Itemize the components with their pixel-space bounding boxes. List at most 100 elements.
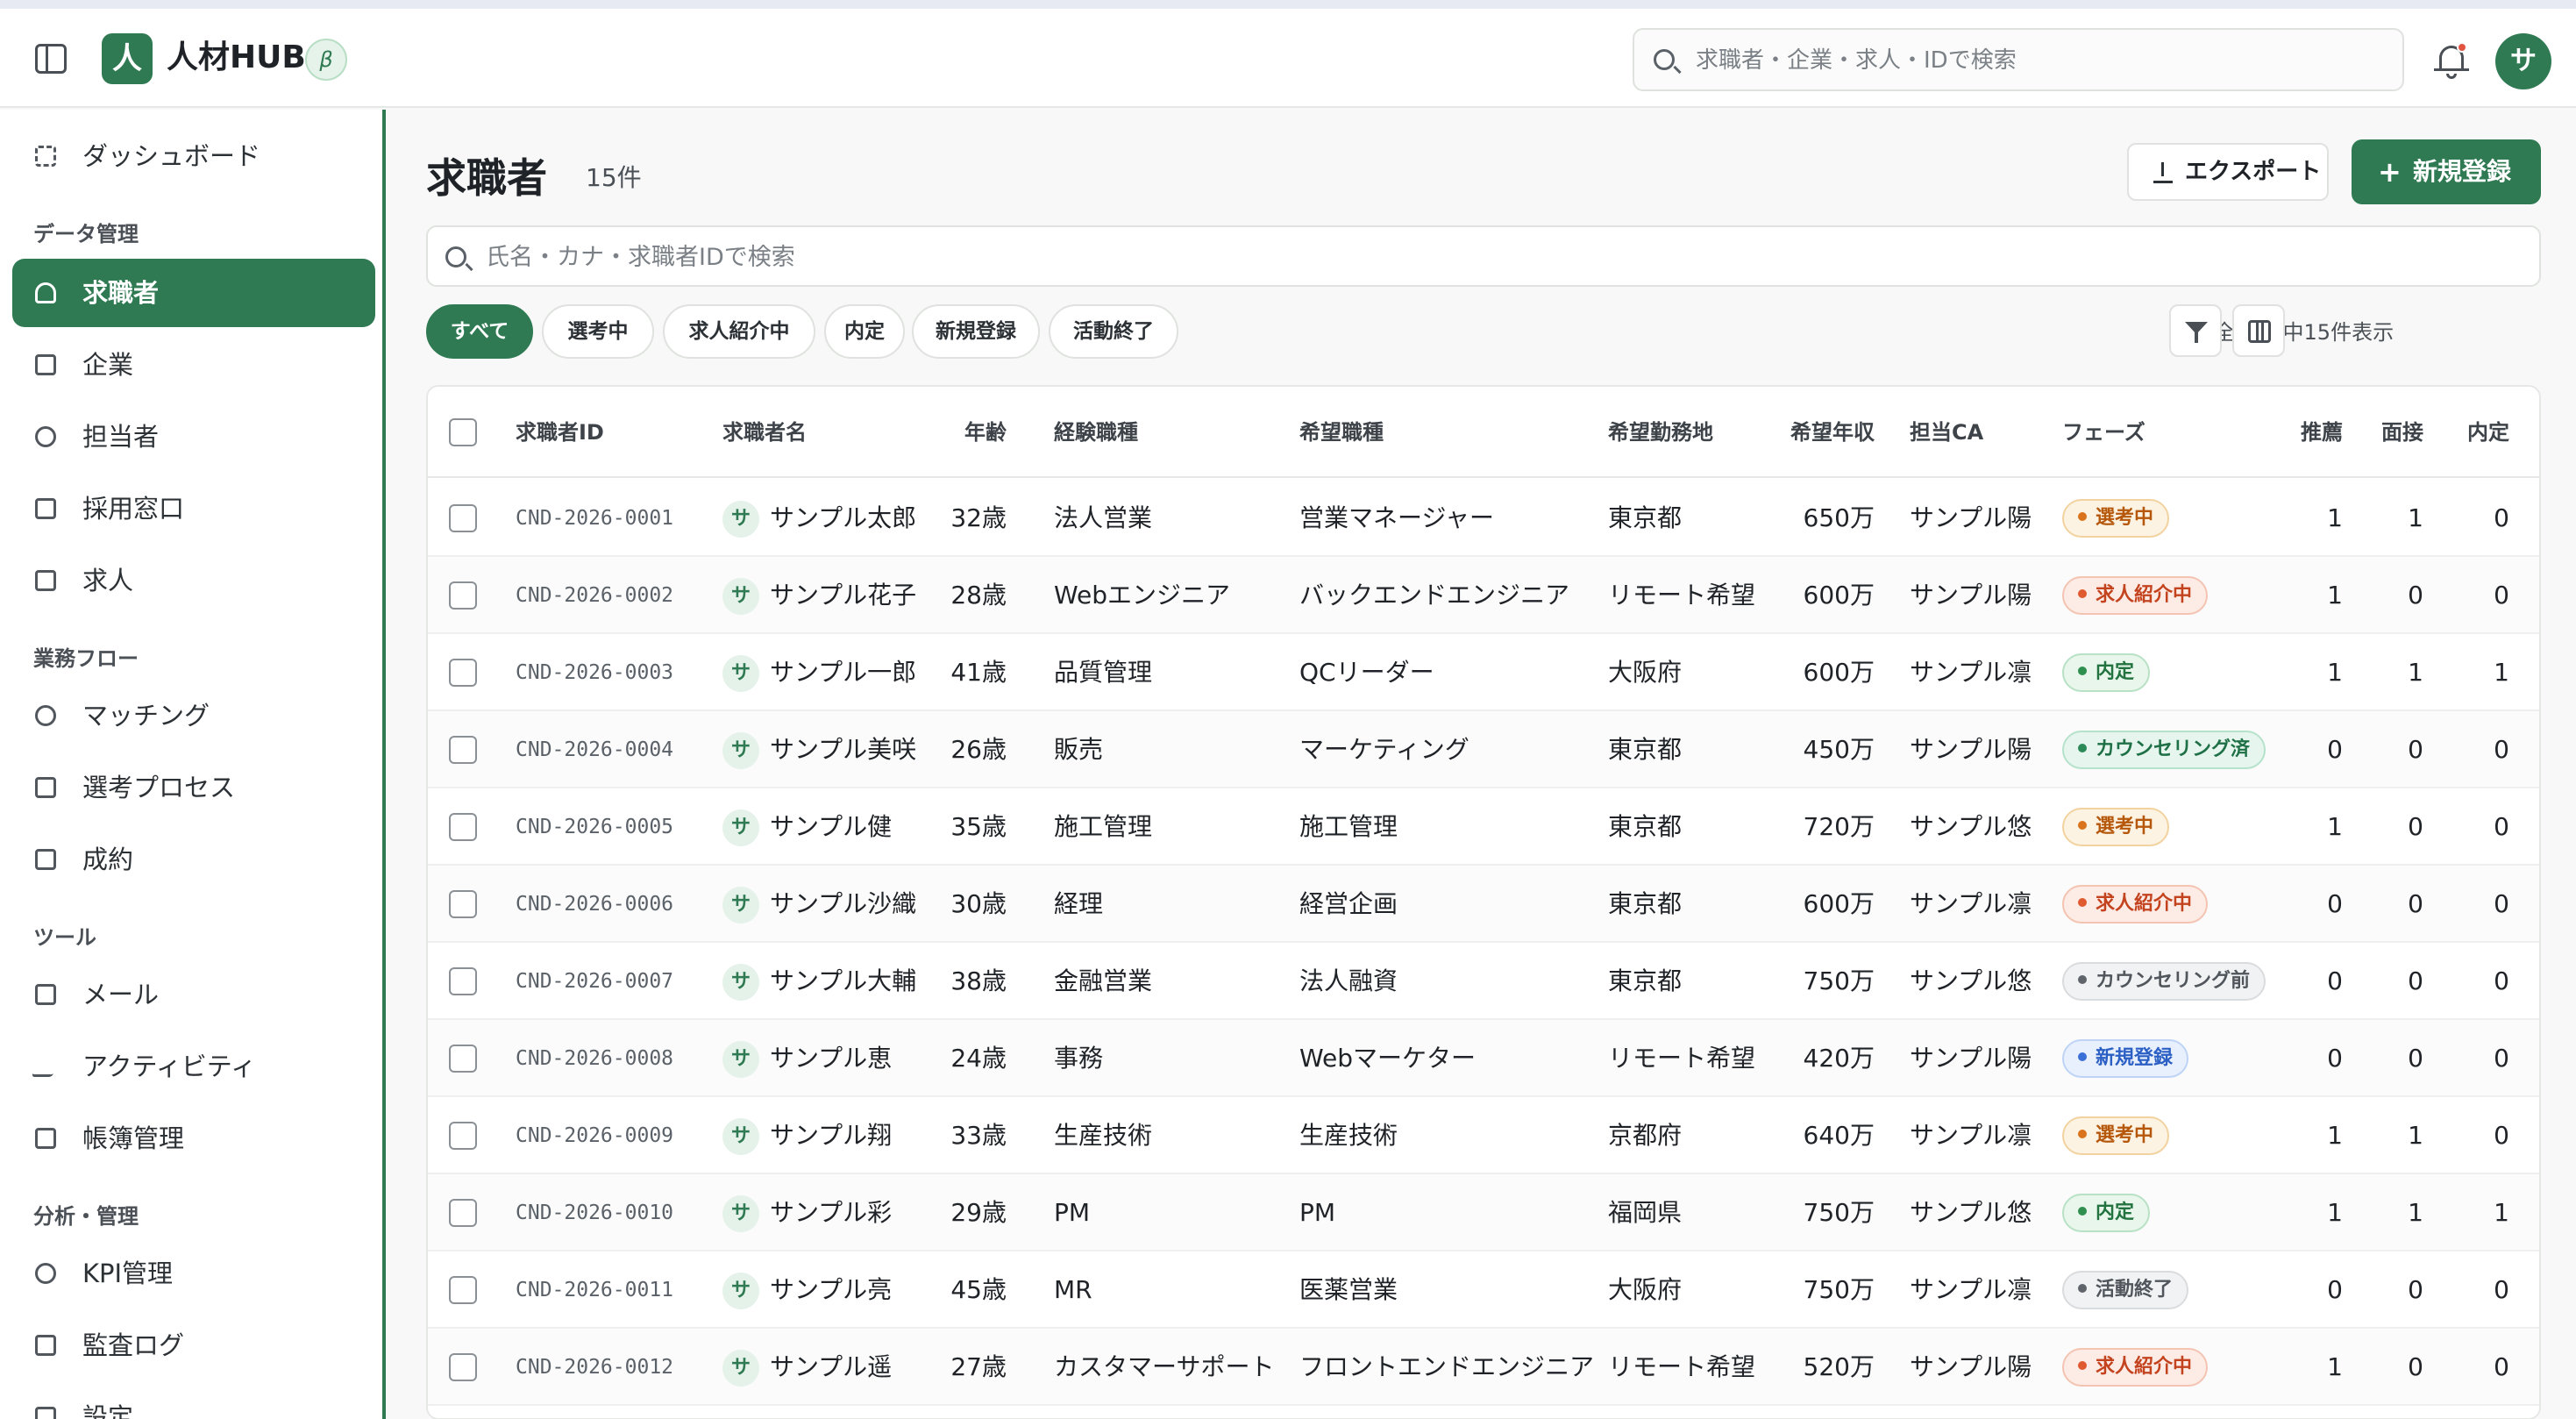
table-row[interactable]: CND-2026-0004 ササンプル美咲 26歳 販売 マーケティング 東京都 450万 サ… bbox=[428, 711, 2539, 788]
search-icon bbox=[1654, 49, 1675, 70]
filter-chip[interactable]: 新規登録 bbox=[912, 304, 1040, 359]
col-header-age[interactable]: 年齢 bbox=[919, 387, 1007, 478]
table-row[interactable]: CND-2026-0003 ササンプル一郎 41歳 品質管理 QCリーダー 大阪府 600万… bbox=[428, 634, 2539, 711]
col-header-location[interactable]: 希望勤務地 bbox=[1608, 387, 1713, 478]
phase-label: 新規登録 bbox=[2096, 1047, 2174, 1069]
recommend-count: 1 bbox=[2327, 1198, 2343, 1227]
sidebar-item-label: マッチング bbox=[82, 701, 210, 731]
filter-chip[interactable]: 活動終了 bbox=[1049, 304, 1178, 359]
table-row[interactable]: CND-2026-0006 ササンプル沙織 30歳 経理 経営企画 東京都 600万 サンプル… bbox=[428, 866, 2539, 943]
row-checkbox[interactable] bbox=[449, 1045, 477, 1073]
sidebar-item[interactable]: マッチング bbox=[12, 681, 375, 750]
table-row[interactable]: CND-2026-0007 ササンプル大輔 38歳 金融営業 法人融資 東京都 750万 サン… bbox=[428, 943, 2539, 1020]
desired-salary: 750万 bbox=[1803, 966, 1875, 995]
gear-icon bbox=[35, 1407, 56, 1419]
col-header-ca[interactable]: 担当CA bbox=[1910, 387, 1983, 478]
sidebar-item[interactable]: 選考プロセス bbox=[12, 753, 375, 822]
col-header-offer[interactable]: 内定 bbox=[2436, 387, 2509, 478]
table-row[interactable]: CND-2026-0002 ササンプル花子 28歳 Webエンジニア バックエンドエンジ… bbox=[428, 557, 2539, 634]
assigned-ca: サンプル陽 bbox=[1910, 1044, 2032, 1073]
row-checkbox[interactable] bbox=[449, 1122, 477, 1150]
table-row[interactable]: CND-2026-0009 ササンプル翔 33歳 生産技術 生産技術 京都府 640万 サンプ… bbox=[428, 1097, 2539, 1174]
candidate-search-input[interactable] bbox=[486, 238, 2502, 276]
table-row[interactable]: CND-2026-0008 ササンプル恵 24歳 事務 Webマーケター リモート希望 42… bbox=[428, 1020, 2539, 1097]
row-checkbox[interactable] bbox=[449, 813, 477, 841]
col-header-phase[interactable]: フェーズ bbox=[2062, 387, 2145, 478]
interview-count: 1 bbox=[2408, 1198, 2423, 1227]
sidebar-item[interactable]: 担当者 bbox=[12, 403, 375, 471]
bell-icon[interactable] bbox=[2434, 42, 2469, 81]
desired-location: 東京都 bbox=[1608, 735, 1683, 764]
global-search-input[interactable] bbox=[1696, 40, 2388, 81]
status-dot-icon bbox=[2078, 1361, 2087, 1370]
select-all-checkbox[interactable] bbox=[449, 418, 477, 446]
filter-chip[interactable]: すべて bbox=[426, 304, 533, 359]
row-checkbox[interactable] bbox=[449, 890, 477, 918]
phase-label: カウンセリング前 bbox=[2096, 970, 2251, 992]
status-dot-icon bbox=[2078, 1130, 2087, 1138]
row-checkbox[interactable] bbox=[449, 1276, 477, 1304]
interview-count: 0 bbox=[2408, 1352, 2423, 1381]
new-registration-button[interactable]: + 新規登録 bbox=[2352, 139, 2541, 204]
row-checkbox[interactable] bbox=[449, 1353, 477, 1381]
row-checkbox[interactable] bbox=[449, 736, 477, 764]
sidebar-item[interactable]: 設定 bbox=[12, 1383, 375, 1419]
desired-salary: 750万 bbox=[1803, 1198, 1875, 1227]
sidebar-section-title: 業務フロー bbox=[33, 646, 139, 671]
export-button[interactable]: エクスポート bbox=[2127, 143, 2329, 201]
candidate-name: サンプル健 bbox=[770, 812, 893, 841]
col-header-id[interactable]: 求職者ID bbox=[516, 387, 604, 478]
recommend-count: 0 bbox=[2327, 1275, 2343, 1304]
row-checkbox[interactable] bbox=[449, 659, 477, 687]
table-row[interactable]: CND-2026-0005 ササンプル健 35歳 施工管理 施工管理 東京都 720万 サンプ… bbox=[428, 788, 2539, 866]
desired-job: QCリーダー bbox=[1299, 658, 1434, 687]
experience-job: 施工管理 bbox=[1054, 812, 1153, 841]
phase-label: 選考中 bbox=[2096, 507, 2154, 529]
table-row[interactable]: CND-2026-0011 ササンプル亮 45歳 MR 医薬営業 大阪府 750万 サンプル凛… bbox=[428, 1251, 2539, 1329]
col-header-interview[interactable]: 面接 bbox=[2348, 387, 2423, 478]
table-row[interactable]: CND-2026-0010 ササンプル彩 29歳 PM PM 福岡県 750万 サンプル悠 内定… bbox=[428, 1174, 2539, 1251]
sidebar-item[interactable]: KPI管理 bbox=[12, 1239, 375, 1308]
sidebar-toggle-icon[interactable] bbox=[35, 44, 67, 74]
user-avatar[interactable]: サ bbox=[2495, 33, 2551, 89]
sidebar-item[interactable]: 成約 bbox=[12, 825, 375, 894]
sidebar-section-title: ツール bbox=[33, 925, 96, 950]
row-checkbox[interactable] bbox=[449, 504, 477, 532]
sidebar-item[interactable]: 企業 bbox=[12, 331, 375, 399]
col-header-name[interactable]: 求職者名 bbox=[722, 387, 807, 478]
trophy-icon bbox=[35, 849, 56, 870]
sidebar-item[interactable]: 求人 bbox=[12, 546, 375, 615]
columns-button[interactable] bbox=[2232, 304, 2285, 357]
sidebar-item-label: 企業 bbox=[82, 350, 134, 380]
col-header-recommend[interactable]: 推薦 bbox=[2269, 387, 2343, 478]
sidebar-item[interactable]: 求職者 bbox=[12, 259, 375, 327]
candidate-id: CND-2026-0012 bbox=[516, 1356, 674, 1379]
sidebar-item[interactable]: メール bbox=[12, 960, 375, 1029]
sidebar-item[interactable]: 採用窓口 bbox=[12, 474, 375, 543]
candidate-name: サンプル大輔 bbox=[770, 966, 917, 995]
row-checkbox[interactable] bbox=[449, 1199, 477, 1227]
candidate-age: 24歳 bbox=[950, 1044, 1007, 1073]
row-checkbox[interactable] bbox=[449, 581, 477, 610]
sidebar-item[interactable]: ダッシュボード bbox=[12, 122, 375, 190]
table-row[interactable]: CND-2026-0001 ササンプル太郎 32歳 法人営業 営業マネージャー 東京都 65… bbox=[428, 480, 2539, 557]
col-header-desired-job[interactable]: 希望職種 bbox=[1299, 387, 1384, 478]
sidebar-item[interactable]: 監査ログ bbox=[12, 1311, 375, 1380]
filter-chip[interactable]: 内定 bbox=[824, 304, 905, 359]
sidebar-item[interactable]: アクティビティ bbox=[12, 1032, 375, 1101]
sidebar-item-label: KPI管理 bbox=[82, 1259, 174, 1288]
col-header-experience[interactable]: 経験職種 bbox=[1054, 387, 1138, 478]
sidebar-item-label: ダッシュボード bbox=[82, 141, 261, 171]
global-search[interactable] bbox=[1633, 28, 2404, 91]
col-header-salary[interactable]: 希望年収 bbox=[1769, 387, 1875, 478]
assigned-ca: サンプル悠 bbox=[1910, 966, 2032, 995]
filter-button[interactable] bbox=[2169, 304, 2222, 357]
experience-job: Webエンジニア bbox=[1054, 581, 1231, 610]
filter-chip[interactable]: 選考中 bbox=[542, 304, 654, 359]
filter-chip[interactable]: 求人紹介中 bbox=[663, 304, 815, 359]
table-row[interactable]: CND-2026-0012 ササンプル遥 27歳 カスタマーサポート フロントエンドエン… bbox=[428, 1329, 2539, 1406]
sidebar-item[interactable]: 帳簿管理 bbox=[12, 1104, 375, 1173]
candidate-search[interactable] bbox=[426, 225, 2541, 287]
assigned-ca: サンプル陽 bbox=[1910, 1352, 2032, 1381]
row-checkbox[interactable] bbox=[449, 967, 477, 995]
